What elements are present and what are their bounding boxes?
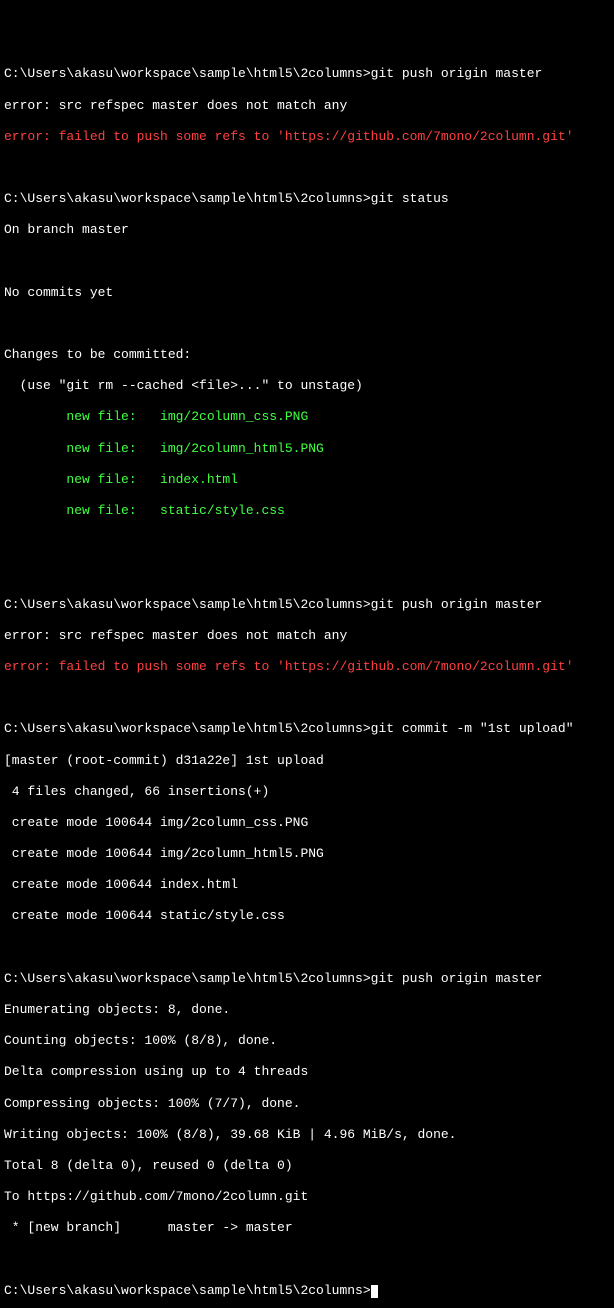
status-branch: On branch master	[4, 222, 610, 238]
error-refspec: error: src refspec master does not match…	[4, 628, 610, 644]
commit-output: [master (root-commit) d31a22e] 1st uploa…	[4, 753, 610, 769]
commit-output: create mode 100644 static/style.css	[4, 908, 610, 924]
status-file: new file: static/style.css	[4, 503, 610, 519]
prompt: C:\Users\akasu\workspace\sample\html5\2c…	[4, 971, 371, 986]
push-output: Enumerating objects: 8, done.	[4, 1002, 610, 1018]
status-hint: (use "git rm --cached <file>..." to unst…	[4, 378, 610, 394]
commit-output: 4 files changed, 66 insertions(+)	[4, 784, 610, 800]
command: git push origin master	[371, 597, 543, 612]
prompt: C:\Users\akasu\workspace\sample\html5\2c…	[4, 597, 371, 612]
cursor[interactable]	[371, 1285, 378, 1298]
commit-output: create mode 100644 img/2column_css.PNG	[4, 815, 610, 831]
command: git status	[371, 191, 449, 206]
commit-output: create mode 100644 index.html	[4, 877, 610, 893]
push-output: Total 8 (delta 0), reused 0 (delta 0)	[4, 1158, 610, 1174]
push-output: Delta compression using up to 4 threads	[4, 1064, 610, 1080]
error-failed-prefix: error: failed to push some refs to '	[4, 129, 285, 144]
push-output: To https://github.com/7mono/2column.git	[4, 1189, 610, 1205]
status-nocommits: No commits yet	[4, 285, 610, 301]
push-output: Counting objects: 100% (8/8), done.	[4, 1033, 610, 1049]
error-url: https://github.com/7mono/2column.git	[285, 129, 566, 144]
status-file: new file: img/2column_html5.PNG	[4, 441, 610, 457]
status-file: new file: index.html	[4, 472, 610, 488]
error-failed-suffix: '	[566, 659, 574, 674]
command: git push origin master	[371, 971, 543, 986]
prompt: C:\Users\akasu\workspace\sample\html5\2c…	[4, 66, 371, 81]
status-changes-header: Changes to be committed:	[4, 347, 610, 363]
commit-output: create mode 100644 img/2column_html5.PNG	[4, 846, 610, 862]
prompt: C:\Users\akasu\workspace\sample\html5\2c…	[4, 191, 371, 206]
command: git commit -m "1st upload"	[371, 721, 574, 736]
push-output: Writing objects: 100% (8/8), 39.68 KiB |…	[4, 1127, 610, 1143]
prompt: C:\Users\akasu\workspace\sample\html5\2c…	[4, 1283, 371, 1298]
error-failed-suffix: '	[566, 129, 574, 144]
command: git push origin master	[371, 66, 543, 81]
error-refspec: error: src refspec master does not match…	[4, 98, 610, 114]
prompt: C:\Users\akasu\workspace\sample\html5\2c…	[4, 721, 371, 736]
status-file: new file: img/2column_css.PNG	[4, 409, 610, 425]
push-output: * [new branch] master -> master	[4, 1220, 610, 1236]
error-failed-prefix: error: failed to push some refs to '	[4, 659, 285, 674]
error-url: https://github.com/7mono/2column.git	[285, 659, 566, 674]
push-output: Compressing objects: 100% (7/7), done.	[4, 1096, 610, 1112]
